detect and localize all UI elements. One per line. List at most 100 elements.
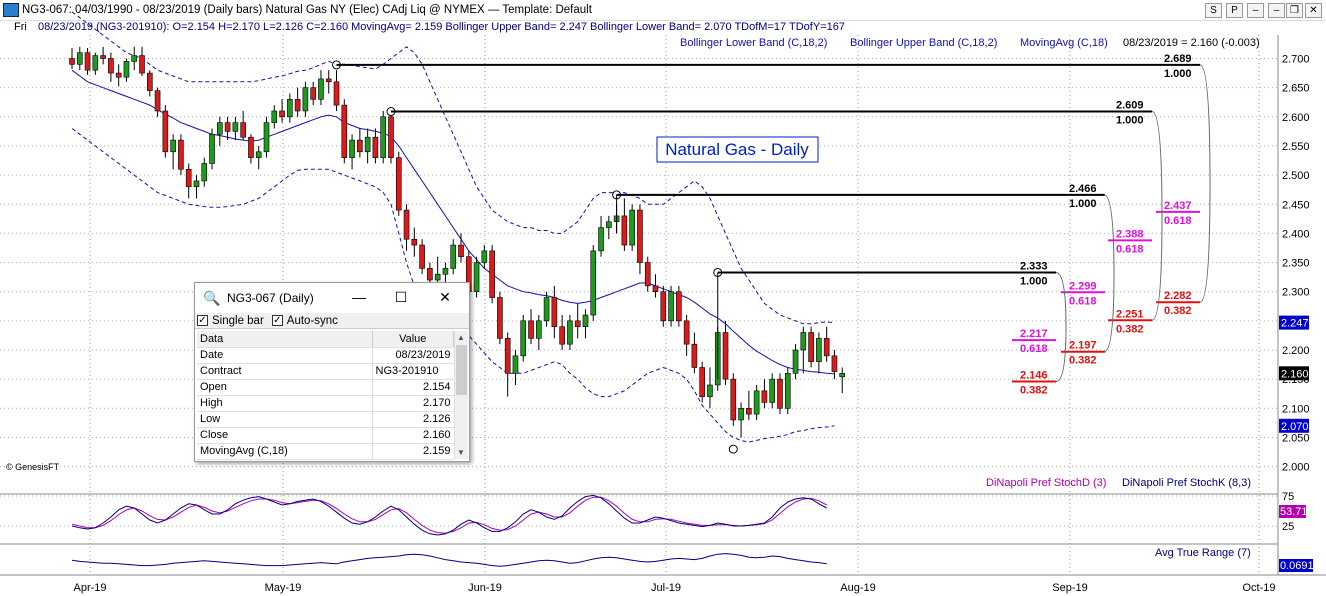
y-tick-label: 2.500	[1282, 170, 1310, 182]
candle-body	[310, 87, 316, 100]
scroll-thumb[interactable]	[456, 345, 467, 395]
single-bar-checkbox[interactable]: ✓	[197, 315, 208, 326]
candle-body	[489, 250, 495, 298]
candle-body	[178, 139, 184, 170]
candle-body	[224, 122, 231, 132]
atr-line	[71, 553, 827, 567]
table-row[interactable]: Date 08/23/2019	[197, 347, 454, 364]
candle-body	[318, 78, 324, 100]
candle-body	[839, 373, 846, 378]
fib-level-ratio: 0.382	[1069, 355, 1097, 367]
fib-level-price: 2.146	[1020, 369, 1048, 381]
row-label: Date	[197, 347, 372, 364]
candle-body	[730, 378, 737, 421]
x-tick-label: Sep-19	[1052, 582, 1087, 594]
stoch-tag-label: 53.71	[1280, 506, 1308, 518]
minimize-icon[interactable]: —	[349, 289, 369, 305]
table-row[interactable]: Contract NG3-201910	[197, 363, 454, 380]
stoch-tick-label: 75	[1282, 491, 1294, 503]
fib-level-price: 2.689	[1164, 53, 1192, 65]
candle-body	[761, 390, 768, 403]
candle-body	[434, 273, 441, 281]
candle-body	[574, 320, 581, 327]
candle-body	[738, 407, 744, 421]
stoch-d-line	[71, 496, 827, 534]
candle-body	[139, 55, 145, 74]
row-value: 2.170	[371, 395, 454, 412]
table-row[interactable]: Low 2.126	[197, 411, 454, 428]
candle-body	[349, 139, 355, 158]
table-row[interactable]: High 2.170	[197, 395, 454, 412]
chart-title: Natural Gas - Daily	[665, 140, 809, 159]
row-label: Contract	[197, 363, 372, 380]
candle-body	[559, 326, 565, 345]
fib-level-price: 2.299	[1069, 280, 1097, 292]
candle-body	[473, 262, 480, 292]
fib-level-ratio: 0.618	[1116, 243, 1144, 255]
price-tag-label: 2.247	[1281, 318, 1309, 330]
candle-body	[162, 110, 169, 153]
y-tick-label: 2.100	[1282, 403, 1310, 415]
candle-body	[800, 332, 807, 351]
candle-body	[644, 262, 651, 287]
fib-level-price: 2.197	[1069, 340, 1097, 352]
candle-body	[481, 250, 488, 263]
candle-body	[660, 291, 667, 322]
candle-body	[123, 61, 130, 78]
candle-body	[582, 314, 589, 327]
candle-body	[598, 227, 604, 252]
candle-body	[512, 355, 519, 374]
auto-sync-label: Auto-sync	[286, 314, 338, 327]
fib-level-price: 2.251	[1116, 308, 1144, 320]
candle-body	[279, 110, 285, 118]
data-window[interactable]: 🔍 NG3-067 (Daily) — ☐ ✕ ✓ Single bar ✓ A…	[194, 282, 470, 462]
price-tag-label: 2.070	[1281, 421, 1309, 433]
candle-body	[69, 58, 75, 65]
candle-body	[450, 244, 457, 269]
candle-body	[201, 163, 208, 182]
table-row[interactable]: Open 2.154	[197, 379, 454, 396]
scroll-up-icon[interactable]: ▲	[457, 333, 465, 342]
row-label: Open	[197, 379, 372, 396]
row-value: 2.154	[371, 379, 454, 396]
candle-body	[808, 332, 814, 362]
candle-body	[248, 136, 254, 158]
candle-body	[341, 104, 348, 158]
y-tick-label: 2.050	[1282, 432, 1310, 444]
candle-body	[287, 99, 293, 118]
fib-bracket	[1199, 64, 1211, 303]
candle-body	[232, 122, 239, 132]
candle-body	[357, 139, 363, 153]
fib-bracket	[1103, 194, 1115, 353]
table-row[interactable]: MovingAvg (C,18) 2.159	[197, 443, 454, 460]
candle-body	[497, 297, 503, 339]
y-tick-label: 2.200	[1282, 345, 1310, 357]
x-tick-label: May-19	[265, 582, 302, 594]
atr-tag-label: 0.0691	[1280, 560, 1314, 572]
candle-body	[442, 268, 449, 275]
data-window-titlebar[interactable]: 🔍 NG3-067 (Daily) — ☐ ✕	[195, 283, 469, 313]
table-row[interactable]: Close 2.160	[197, 427, 454, 444]
candle-body	[637, 209, 643, 263]
candle-body	[590, 250, 597, 316]
y-tick-label: 2.600	[1282, 112, 1310, 124]
y-tick-label: 2.650	[1282, 83, 1310, 95]
legend-moving-avg: MovingAvg (C,18)	[1020, 37, 1108, 49]
row-label: Low	[197, 411, 372, 428]
column-header: Data	[197, 331, 373, 348]
close-icon[interactable]: ✕	[435, 289, 455, 306]
maximize-icon[interactable]: ☐	[391, 289, 411, 306]
auto-sync-checkbox[interactable]: ✓	[271, 315, 283, 326]
stoch-tick-label: 25	[1282, 521, 1294, 533]
candle-body	[333, 81, 340, 106]
candle-body	[458, 244, 464, 258]
fib-level-price: 2.217	[1020, 328, 1048, 340]
y-tick-label: 2.550	[1282, 141, 1310, 153]
fib-level-ratio: 1.000	[1020, 275, 1048, 287]
candle-body	[691, 343, 698, 368]
data-window-scrollbar[interactable]: ▲ ▼	[454, 331, 468, 459]
candle-body	[777, 378, 783, 409]
row-value: 2.126	[371, 411, 454, 428]
scroll-down-icon[interactable]: ▼	[457, 448, 465, 457]
legend-upper-band: Bollinger Upper Band (C,18,2)	[850, 37, 997, 49]
